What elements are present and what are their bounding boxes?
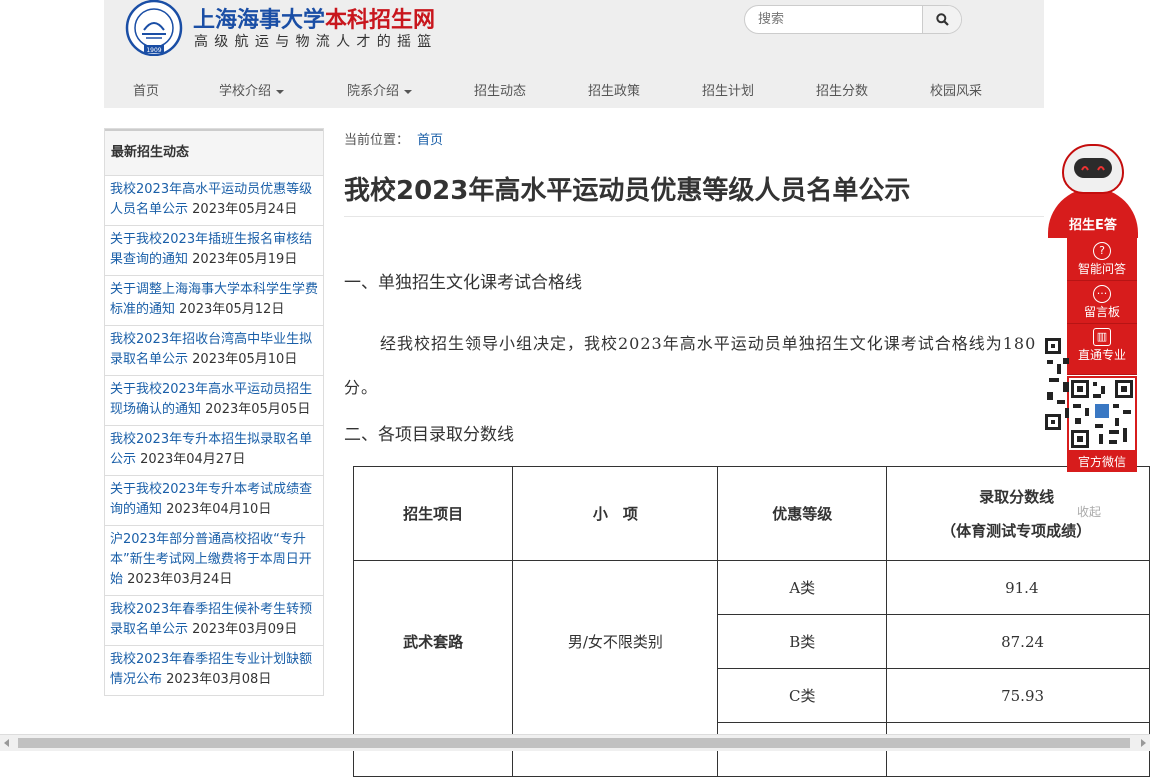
score-table: 招生项目 小 项 优惠等级 录取分数线 （体育测试专项成绩） 武术套路 男/女不… <box>352 466 1150 777</box>
scroll-right-icon[interactable] <box>1141 739 1146 747</box>
logo-site-name: 本科招生网 <box>325 7 436 33</box>
collapse-button[interactable]: 收起 <box>1077 503 1101 520</box>
robot-mascot-icon[interactable] <box>1062 144 1124 194</box>
nav-item-departments[interactable]: 院系介绍 <box>347 80 413 99</box>
smart-qa-button[interactable]: ? 智能问答 <box>1067 238 1137 281</box>
qr-code-edge <box>1045 338 1069 430</box>
horizontal-scrollbar[interactable] <box>0 734 1150 751</box>
site-header: 1909 上海海事大学本科招生网 高级航运与物流人才的摇篮 首页 学校介绍 院系… <box>104 0 1044 108</box>
title-divider <box>344 216 1044 217</box>
robot-label: 招生E答 <box>1069 218 1117 233</box>
scrollbar-thumb[interactable] <box>18 738 1130 748</box>
list-item[interactable]: 沪2023年部分普通高校招收“专升本”新生考试网上缴费将于本周日开始 2023年… <box>105 526 323 596</box>
list-item[interactable]: 我校2023年高水平运动员优惠等级人员名单公示 2023年05月24日 <box>105 176 323 226</box>
floating-service-panel: 招生E答 ? 智能问答 ··· 留言板 ▥ 直通专业 官方微信 <box>1044 140 1150 490</box>
table-cell-score: 75.93 <box>886 668 1150 723</box>
nav-item-home[interactable]: 首页 <box>133 80 159 99</box>
article-paragraph: 经我校招生领导小组决定，我校2023年高水平运动员单独招生文化课考试合格线为18… <box>344 334 1037 397</box>
chat-bubble-icon: ··· <box>1093 285 1111 303</box>
table-header-score-line2: （体育测试专项成绩） <box>941 521 1092 540</box>
nav-item-school-intro[interactable]: 学校介绍 <box>219 80 285 99</box>
list-item[interactable]: 关于我校2023年插班生报名审核结果查询的通知 2023年05月19日 <box>105 226 323 276</box>
list-item[interactable]: 我校2023年春季招生专业计划缺额情况公布 2023年03月08日 <box>105 646 323 696</box>
list-item[interactable]: 关于我校2023年高水平运动员招生现场确认的通知 2023年05月05日 <box>105 376 323 426</box>
list-item[interactable]: 关于调整上海海事大学本科学生学费标准的通知 2023年05月12日 <box>105 276 323 326</box>
seal-year: 1909 <box>146 47 161 54</box>
nav-item-admission-scores[interactable]: 招生分数 <box>816 80 868 99</box>
list-item[interactable]: 我校2023年春季招生候补考生转预录取名单公示 2023年03月09日 <box>105 596 323 646</box>
breadcrumb-home-link[interactable]: 首页 <box>417 133 443 148</box>
table-header-sub: 小 项 <box>512 466 719 561</box>
search-box <box>744 5 962 34</box>
main-nav: 首页 学校介绍 院系介绍 招生动态 招生政策 招生计划 招生分数 校园风采 <box>104 70 1044 108</box>
logo-subtitle: 高级航运与物流人才的摇篮 <box>194 34 438 50</box>
nav-item-campus[interactable]: 校园风采 <box>930 80 982 99</box>
table-cell-score: 91.4 <box>886 560 1150 615</box>
table-header-level: 优惠等级 <box>717 466 888 561</box>
chevron-down-icon <box>276 89 285 94</box>
table-row: 武术套路 男/女不限类别 A类 91.4 <box>352 560 1150 777</box>
search-icon <box>935 13 949 26</box>
list-item[interactable]: 我校2023年招收台湾高中毕业生拟录取名单公示 2023年05月10日 <box>105 326 323 376</box>
direct-major-button[interactable]: ▥ 直通专业 <box>1067 324 1137 375</box>
table-header-project: 招生项目 <box>352 466 514 561</box>
nav-item-admission-plan[interactable]: 招生计划 <box>702 80 754 99</box>
chevron-down-icon <box>404 89 413 94</box>
question-icon: ? <box>1093 242 1111 260</box>
list-item[interactable]: 关于我校2023年专升本考试成绩查询的通知 2023年04月10日 <box>105 476 323 526</box>
search-button[interactable] <box>922 6 961 33</box>
table-cell-level: A类 <box>717 560 888 615</box>
wechat-qr-code <box>1067 376 1137 452</box>
section-heading-cutoff: 一、单独招生文化课考试合格线 <box>344 273 582 293</box>
book-icon: ▥ <box>1093 328 1111 346</box>
site-logo-title[interactable]: 上海海事大学本科招生网 <box>193 2 436 33</box>
logo-university-name: 上海海事大学 <box>193 7 326 33</box>
breadcrumb: 当前位置： 首页 <box>344 133 444 148</box>
table-cell-score: 87.24 <box>886 614 1150 669</box>
sidebar-title: 最新招生动态 <box>105 129 323 176</box>
message-board-button[interactable]: ··· 留言板 <box>1067 281 1137 324</box>
sidebar-latest-news: 最新招生动态 我校2023年高水平运动员优惠等级人员名单公示 2023年05月2… <box>104 128 324 696</box>
list-item[interactable]: 我校2023年专升本招生拟录取名单公示 2023年04月27日 <box>105 426 323 476</box>
table-cell-level: B类 <box>717 614 888 669</box>
table-cell-level: C类 <box>717 668 888 723</box>
university-seal-logo[interactable]: 1909 <box>124 0 184 56</box>
nav-item-admission-policy[interactable]: 招生政策 <box>588 80 640 99</box>
page-title: 我校2023年高水平运动员优惠等级人员名单公示 <box>344 176 911 206</box>
section-heading-scores: 二、各项目录取分数线 <box>344 425 514 445</box>
nav-item-admission-news[interactable]: 招生动态 <box>474 80 526 99</box>
wechat-label[interactable]: 官方微信 <box>1067 452 1137 472</box>
search-input[interactable] <box>745 6 923 33</box>
scroll-left-icon[interactable] <box>4 739 9 747</box>
